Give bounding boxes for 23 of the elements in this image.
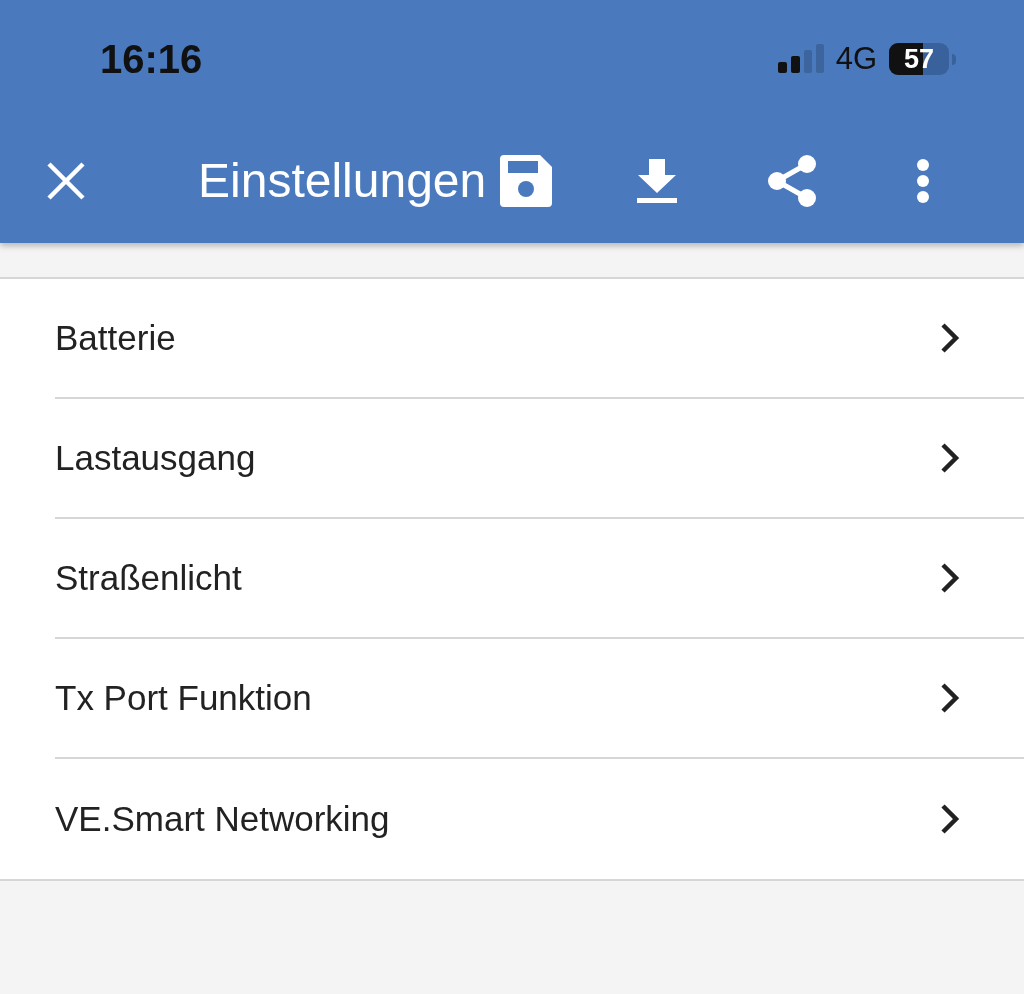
- chevron-right-icon: [940, 682, 960, 714]
- chevron-right-icon: [940, 442, 960, 474]
- menu-item-label[interactable]: Tx Port Funktion: [55, 671, 312, 725]
- close-icon: [46, 160, 86, 201]
- signal-icon: [777, 44, 824, 74]
- network-type: 4G: [835, 39, 877, 78]
- more-button[interactable]: [916, 157, 931, 204]
- save-icon: [500, 154, 553, 207]
- chevron-right-icon: [940, 562, 960, 594]
- share-icon: [766, 153, 819, 208]
- chevron-right-icon: [940, 803, 960, 835]
- share-button[interactable]: [766, 153, 819, 208]
- save-button[interactable]: [500, 154, 553, 207]
- menu-item-label[interactable]: Lastausgang: [55, 431, 256, 485]
- screen-title: Einstellungen: [198, 152, 487, 209]
- menu-item-label[interactable]: Straßenlicht: [55, 551, 242, 605]
- menu-item-label[interactable]: Batterie: [55, 311, 176, 365]
- chevron-right-icon: [940, 322, 960, 354]
- status-time: 16:16: [100, 36, 203, 83]
- menu-item-label[interactable]: VE.Smart Networking: [55, 792, 390, 846]
- more-icon: [916, 157, 931, 204]
- download-icon: [636, 158, 679, 203]
- download-button[interactable]: [636, 158, 679, 203]
